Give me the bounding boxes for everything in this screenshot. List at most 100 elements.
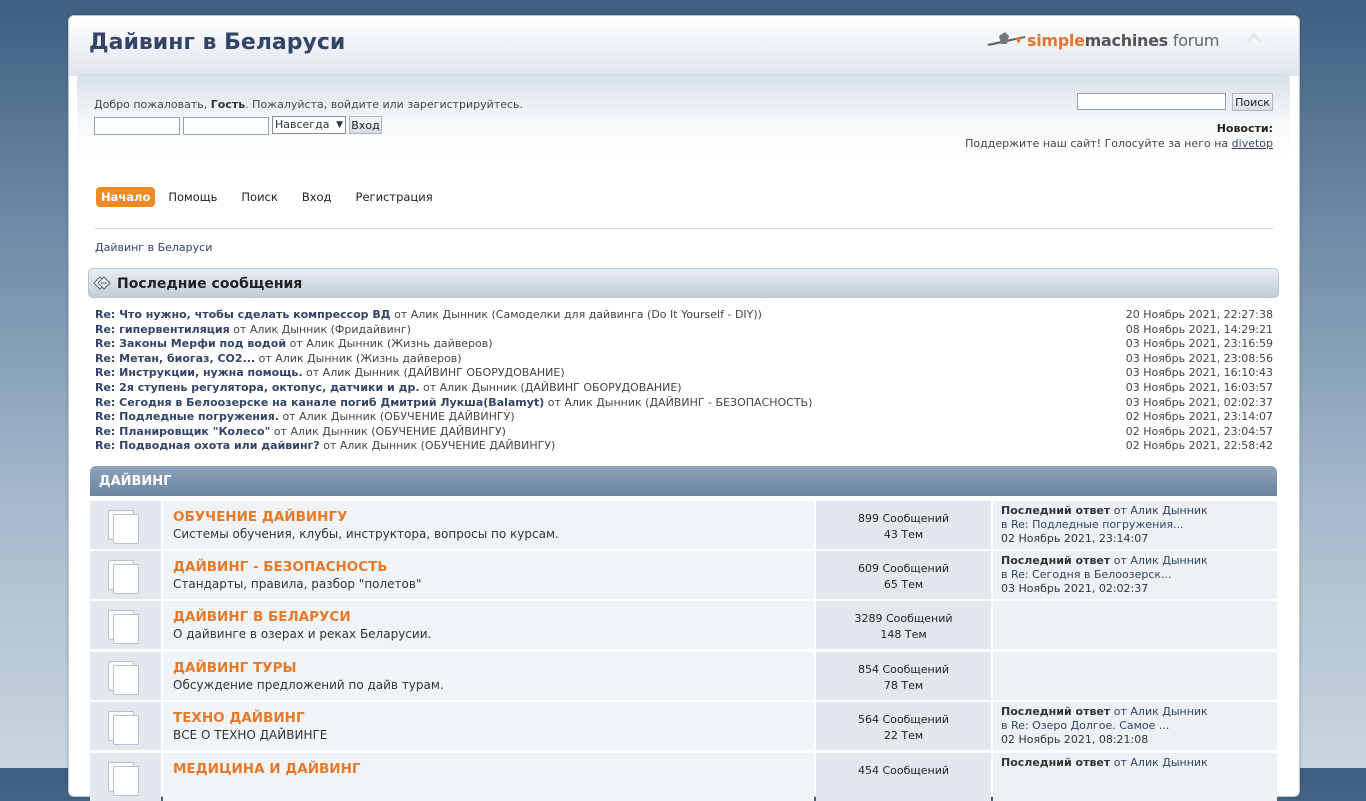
last-post-author[interactable]: от Алик Дынник [1114,756,1208,769]
recent-post-by[interactable]: от Алик Дынник (Жизнь дайверов) [290,337,493,350]
smf-logo[interactable]: simple machines forum [985,28,1219,52]
welcome-prefix: Добро пожаловать, [94,98,208,111]
board-name[interactable]: ТЕХНО ДАЙВИНГ [173,710,305,726]
menu-item-home[interactable]: Начало [96,187,156,207]
board-name[interactable]: МЕДИЦИНА И ДАЙВИНГ [173,761,361,777]
forum-name[interactable]: Дайвинг в Беларуси [89,30,345,55]
category-header[interactable]: ДАЙВИНГ [90,466,1277,496]
recent-post-subject[interactable]: Re: Подводная охота или дайвинг? [95,439,320,452]
board-last-post: Последний ответ от Алик Дынник в Re: Сего… [1001,554,1208,596]
menu-item-search[interactable]: Поиск [236,188,282,206]
board-row: ДАЙВИНГ - БЕЗОПАСНОСТЬ Стандарты, правила… [90,551,1277,599]
board-stats: 854 Сообщений 78 Тем [816,662,991,694]
recent-post-time: 03 Ноябрь 2021, 23:16:59 [1125,337,1273,351]
recent-post-time: 03 Ноябрь 2021, 23:08:56 [1125,351,1273,365]
recent-post-subject[interactable]: Re: Метан, биогаз, CO2... [95,352,255,365]
login-password-input[interactable] [183,117,269,135]
recent-post-subject[interactable]: Re: гипервентиляция [95,323,230,336]
search-button[interactable]: Поиск [1232,93,1273,111]
board-topic-count: 22 Тем [883,729,924,742]
board-status-icon[interactable] [108,711,139,745]
recent-post-subject[interactable]: Re: Подледные погружения. [95,410,279,423]
board-stats-cell: 564 Сообщений 22 Тем [816,702,991,750]
last-post-label: Последний ответ [1001,705,1111,718]
last-post-subject[interactable]: в Re: Сегодня в Белоозерск... [1001,568,1172,581]
board-info-cell: ДАЙВИНГ В БЕЛАРУСИ О дайвинге в озерах и … [163,601,814,649]
last-post-author[interactable]: от Алик Дынник [1114,554,1208,567]
recent-post-subject[interactable]: Re: Инструкции, нужна помощь. [95,366,303,379]
recent-post-subject[interactable]: Re: Сегодня в Белоозерске на канале поги… [95,396,544,409]
recent-post-row: Re: Метан, биогаз, CO2... от Алик Дынник… [95,352,1273,367]
recent-post-subject[interactable]: Re: Планировщик "Колесо" [95,425,270,438]
board-topic-count: 65 Тем [883,578,924,591]
recent-post-by[interactable]: от Алик Дынник (ДАЙВИНГ ОБОРУДОВАНИЕ) [423,381,682,394]
recent-post-by[interactable]: от Алик Дынник (ОБУЧЕНИЕ ДАЙВИНГУ) [282,410,514,423]
board-name[interactable]: ДАЙВИНГ ТУРЫ [173,660,296,676]
board-lastpost-cell: Последний ответ от Алик Дынник в Re: Подл… [993,501,1277,549]
board-stats: 564 Сообщений 22 Тем [816,712,991,744]
board-row: ОБУЧЕНИЕ ДАЙВИНГУ Системы обучения, клубы… [90,501,1277,549]
board-post-count: 454 Сообщений [857,764,950,777]
board-status-icon[interactable] [108,762,139,796]
board-stats: 3289 Сообщений 148 Тем [816,611,991,643]
menu-item-register[interactable]: Регистрация [351,188,438,206]
recent-post-subject[interactable]: Re: Что нужно, чтобы сделать компрессор … [95,308,391,321]
news-link[interactable]: divetop [1232,137,1273,150]
chevron-up-icon[interactable] [1247,32,1261,42]
login-username-input[interactable] [94,117,180,135]
upper-section: Добро пожаловать, Гость. Пожалуйста, вой… [77,73,1290,161]
board-name[interactable]: ДАЙВИНГ - БЕЗОПАСНОСТЬ [173,559,388,575]
board-post-count: 899 Сообщений [857,512,950,525]
board-status-icon[interactable] [108,510,139,544]
board-lastpost-cell [993,652,1277,700]
last-post-author[interactable]: от Алик Дынник [1114,504,1208,517]
logo-word-machines: machines [1084,30,1169,50]
recent-post-time: 03 Ноябрь 2021, 16:10:43 [1125,366,1273,380]
board-stats: 899 Сообщений 43 Тем [816,511,991,543]
board-stats: 609 Сообщений 65 Тем [816,561,991,593]
last-post-subject[interactable]: в Re: Подледные погружения... [1001,518,1184,531]
recent-post-by[interactable]: от Алик Дынник (ДАЙВИНГ - БЕЗОПАСНОСТЬ) [548,396,813,409]
board-status-icon[interactable] [108,610,139,644]
welcome-suffix[interactable]: . Пожалуйста, войдите или зарегистрируйт… [245,98,523,111]
last-post-author[interactable]: от Алик Дынник [1114,705,1208,718]
recent-post-by[interactable]: от Алик Дынник (ДАЙВИНГ ОБОРУДОВАНИЕ) [306,366,565,379]
recent-post-by[interactable]: от Алик Дынник (ОБУЧЕНИЕ ДАЙВИНГУ) [323,439,555,452]
recent-post-subject[interactable]: Re: 2я ступень регулятора, октопус, датч… [95,381,420,394]
recent-post-row: Re: Что нужно, чтобы сделать компрессор … [95,308,1273,323]
page-wrapper: Дайвинг в Беларуси simple machines forum Д… [68,15,1300,801]
news-title: Новости: [1216,122,1273,135]
recent-post-time: 03 Ноябрь 2021, 02:02:37 [1125,395,1273,409]
top-section: Дайвинг в Беларуси simple machines forum [69,16,1299,76]
recent-posts-title: Последние сообщения [117,276,303,292]
cookie-length-value: Навсегда [275,118,330,131]
menu-item-login[interactable]: Вход [297,188,337,206]
board-lastpost-cell: Последний ответ от Алик Дынник в Re: Озер… [993,702,1277,750]
board-info-cell: ТЕХНО ДАЙВИНГ ВСЕ О ТЕХНО ДАЙВИНГЕ [163,702,814,750]
board-name[interactable]: ДАЙВИНГ В БЕЛАРУСИ [173,609,351,625]
recent-post-by[interactable]: от Алик Дынник (Жизнь дайверов) [259,352,462,365]
board-lastpost-cell: Последний ответ от Алик Дынник [993,753,1277,801]
board-icon-cell [90,753,161,801]
menu-item-help[interactable]: Помощь [163,188,222,206]
login-button[interactable]: Вход [349,116,382,134]
board-post-count: 609 Сообщений [857,562,950,575]
breadcrumb[interactable]: Дайвинг в Беларуси [95,241,212,254]
last-post-subject[interactable]: в Re: Озеро Долгое. Самое ... [1001,719,1169,732]
board-info-cell: ДАЙВИНГ ТУРЫ Обсуждение предложений по да… [163,652,814,700]
recent-post-by[interactable]: от Алик Дынник (Самоделки для дайвинга (… [394,308,762,321]
recent-post-by[interactable]: от Алик Дынник (ОБУЧЕНИЕ ДАЙВИНГУ) [274,425,506,438]
main-menu: Начало Помощь Поиск Вход Регистрация [96,187,452,207]
board-status-icon[interactable] [108,560,139,594]
category-title[interactable]: ДАЙВИНГ [99,474,171,489]
search-input[interactable] [1077,93,1226,110]
board-status-icon[interactable] [108,661,139,695]
board-name[interactable]: ОБУЧЕНИЕ ДАЙВИНГУ [173,509,348,525]
recent-posts-header: Последние сообщения [88,268,1279,298]
recent-post-row: Re: Подледные погружения. от Алик Дынник… [95,410,1273,425]
chevron-down-icon: ▼ [336,120,343,130]
board-stats-cell: 454 Сообщений [816,753,991,801]
recent-post-by[interactable]: от Алик Дынник (Фридайвинг) [233,323,411,336]
recent-post-subject[interactable]: Re: Законы Мерфи под водой [95,337,286,350]
cookie-length-select[interactable]: Навсегда ▼ [272,116,346,134]
